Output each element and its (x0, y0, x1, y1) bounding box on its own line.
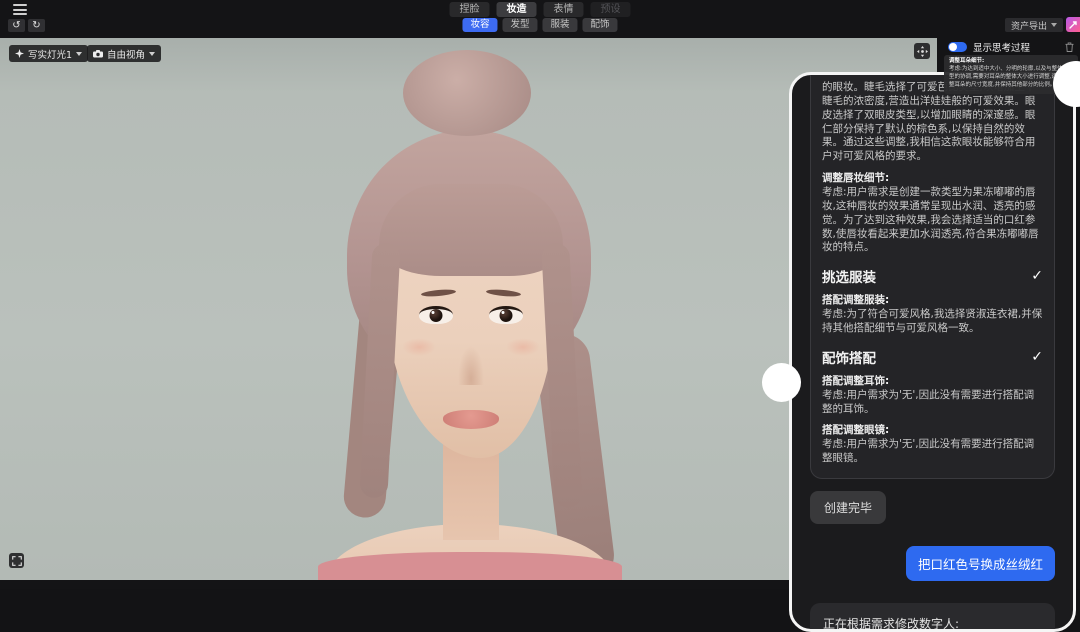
trash-glyph (1065, 42, 1074, 52)
thinking-step: 配饰搭配 ✓ (822, 347, 1043, 367)
user-message: 把口红色号换成丝绒红 (906, 546, 1055, 581)
undo-button[interactable]: ↺ (8, 19, 25, 32)
thinking-content: 的眼妆。睫毛选择了可爱芭比类型,以增加上下睫毛的浓密度,营造出洋娃娃般的可爱效果… (810, 75, 1055, 479)
menu-icon[interactable] (13, 4, 27, 15)
chat-messages: 创建完毕 把口红色号换成丝绒红 正在根据需求修改数字人: 调整唇妆细节 (805, 479, 1060, 632)
chevron-down-icon (149, 52, 155, 56)
thinking-heading: 搭配调整眼镜: (822, 424, 1043, 438)
check-icon: ✓ (1031, 268, 1043, 284)
avatar-blush-left (402, 338, 436, 356)
app-window: 捏脸妆造表情预设 ↺ ↻ 妆容发型服装配饰 资产导出 (0, 0, 1080, 589)
redo-button[interactable]: ↻ (28, 19, 45, 32)
thinking-heading: 调整唇妆细节: (822, 172, 1043, 186)
app-brand-icon[interactable] (1066, 17, 1080, 32)
avatar-blush-right (506, 338, 540, 356)
asset-export-label: 资产导出 (1011, 19, 1047, 32)
thinking-paragraph: 考虑:用户需求为'无',因此没有需要进行搭配调整的耳饰。 (822, 389, 1043, 417)
sub-tab[interactable]: 妆容 (462, 18, 497, 32)
status-line-1: 正在根据需求修改数字人: (823, 615, 1042, 632)
thinking-step: 挑选服装 ✓ (822, 266, 1043, 286)
avatar-eye-right (489, 306, 523, 324)
avatar-nose (457, 343, 485, 385)
show-thinking-toggle[interactable] (948, 42, 967, 52)
main-tab[interactable]: 预设 (591, 2, 631, 17)
avatar-eye-left (419, 306, 453, 324)
sub-tabs: 妆容发型服装配饰 (462, 18, 617, 32)
camera-view-selector[interactable]: 自由视角 (87, 45, 161, 62)
trash-icon[interactable] (1065, 42, 1074, 52)
thinking-paragraph: 考虑:用户需求是创建一款类型为果冻嘟嘟的唇妆,这种唇妆的效果通常呈现出水润、透亮… (822, 186, 1043, 255)
camera-icon (93, 50, 103, 58)
tooltip-title: 调整耳朵细节: (949, 58, 1073, 66)
thinking-heading: 搭配调整服装: (822, 294, 1043, 308)
avatar-lips (443, 410, 499, 429)
drawer-resize-handle-left[interactable] (762, 363, 801, 402)
fullscreen-icon[interactable] (9, 553, 24, 568)
main-tab[interactable]: 表情 (544, 2, 584, 17)
thinking-step-label: 配饰搭配 (822, 347, 876, 367)
assistant-message: 创建完毕 (810, 491, 886, 524)
avatar-bangs (379, 184, 563, 276)
avatar-clothing (318, 552, 622, 580)
thinking-paragraph: 考虑:为了符合可爱风格,我选择贤淑连衣裙,并保持其他搭配细节与可爱风格一致。 (822, 308, 1043, 336)
lighting-selector[interactable]: 写实灯光1 (9, 45, 88, 62)
asset-export-button[interactable]: 资产导出 (1005, 18, 1063, 32)
fullscreen-glyph (12, 556, 22, 566)
thinking-toggle-row: 显示思考过程 (948, 40, 1074, 54)
thinking-step-label: 挑选服装 (822, 266, 876, 286)
sub-tab[interactable]: 发型 (502, 18, 537, 32)
history-controls: ↺ ↻ (8, 19, 45, 32)
main-tab[interactable]: 捏脸 (450, 2, 490, 17)
avatar-hair-bun (403, 50, 531, 136)
main-tab[interactable]: 妆造 (497, 2, 537, 17)
status-message: 正在根据需求修改数字人: 调整唇妆细节 (810, 603, 1055, 632)
avatar-iris-right (500, 309, 513, 322)
lighting-selector-label: 写实灯光1 (28, 47, 72, 61)
viewport-pan-icon[interactable] (914, 43, 930, 59)
chevron-down-icon (1051, 23, 1057, 27)
check-icon: ✓ (1031, 349, 1043, 365)
move-glyph (917, 46, 928, 57)
camera-view-selector-label: 自由视角 (107, 47, 145, 61)
brand-glyph (1069, 21, 1077, 29)
thinking-heading: 搭配调整耳饰: (822, 375, 1043, 389)
light-icon (15, 49, 24, 58)
avatar-iris-left (430, 309, 443, 322)
sub-tab[interactable]: 服装 (543, 18, 578, 32)
thinking-paragraph: 考虑:用户需求为'无',因此没有需要进行搭配调整眼镜。 (822, 438, 1043, 466)
sub-tab[interactable]: 配饰 (583, 18, 618, 32)
chevron-down-icon (76, 52, 82, 56)
show-thinking-label: 显示思考过程 (973, 40, 1030, 54)
assistant-chat-drawer[interactable]: 的眼妆。睫毛选择了可爱芭比类型,以增加上下睫毛的浓密度,营造出洋娃娃般的可爱效果… (789, 72, 1076, 632)
main-tabs: 捏脸妆造表情预设 (450, 2, 631, 17)
